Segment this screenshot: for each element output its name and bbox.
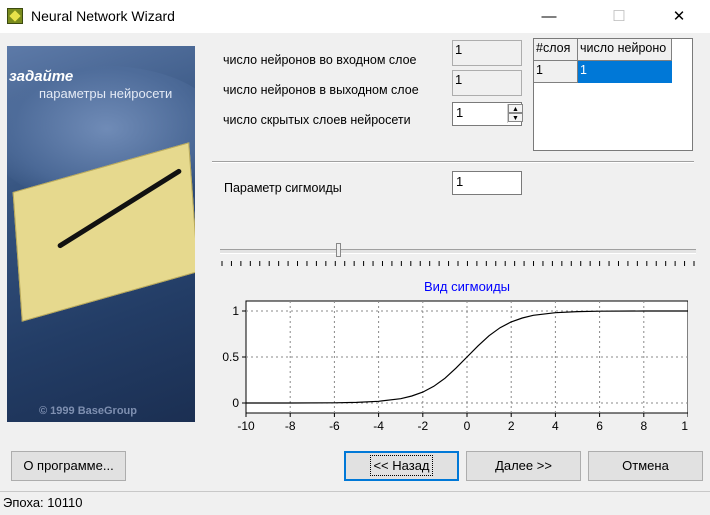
x-tick-label: -8: [285, 419, 296, 433]
banner-subheading: параметры нейросети: [39, 86, 173, 101]
x-tick-label: 0: [464, 419, 471, 433]
y-axis: 00.51: [222, 304, 246, 410]
banner-heading: задайте: [9, 68, 74, 85]
x-tick-label: 6: [596, 419, 603, 433]
about-button[interactable]: О программе...: [11, 451, 126, 481]
y-tick-label: 1: [232, 304, 239, 318]
grid-cell-neurons[interactable]: 1: [578, 61, 672, 83]
back-button[interactable]: << Назад: [344, 451, 459, 481]
sigmoid-slider-thumb[interactable]: [336, 243, 341, 257]
app-icon: [7, 8, 23, 24]
x-tick-label: 4: [552, 419, 559, 433]
back-button-label: << Назад: [370, 455, 433, 476]
window-title: Neural Network Wizard: [31, 8, 175, 24]
grid-header-layer: #слоя: [534, 39, 578, 61]
layers-grid[interactable]: #слоя число нейроно 1 1: [533, 38, 693, 151]
chart-title: Вид сигмоиды: [424, 279, 510, 294]
sigmoid-param-label: Параметр сигмоиды: [224, 181, 342, 195]
input-neurons-label: число нейронов во входном слое: [223, 53, 417, 67]
hidden-layers-label: число скрытых слоев нейросети: [223, 113, 411, 127]
cancel-button[interactable]: Отмена: [588, 451, 703, 481]
epoch-status: Эпоха: 10110: [3, 495, 83, 510]
output-neurons-label: число нейронов в выходном слое: [223, 83, 419, 97]
maximize-button[interactable]: ☐: [596, 0, 642, 33]
y-tick-label: 0: [232, 396, 239, 410]
close-button[interactable]: ✕: [656, 0, 702, 33]
x-axis: -10 -8 -6 -4 -2 0 2 4 6 8 10: [237, 413, 688, 433]
x-tick-label: -4: [373, 419, 384, 433]
sigmoid-param-input[interactable]: 1: [452, 171, 522, 195]
banner-copyright: © 1999 BaseGroup: [39, 405, 137, 417]
hidden-layers-value: 1: [456, 105, 464, 120]
x-tick-label: 10: [681, 419, 688, 433]
sigmoid-chart: Вид сигмоиды -10-8-6-4-20246810 00.51: [222, 279, 688, 433]
hidden-layers-spinbox[interactable]: 1 ▲ ▼: [452, 102, 523, 126]
minimize-button[interactable]: —: [526, 0, 572, 33]
wizard-client: задайте параметры нейросети © 1999 BaseG…: [0, 33, 710, 491]
x-tick-label: -10: [237, 419, 255, 433]
wizard-banner-image: задайте параметры нейросети © 1999 BaseG…: [7, 46, 195, 422]
spin-down-icon[interactable]: ▼: [508, 113, 523, 122]
x-tick-label: 2: [508, 419, 515, 433]
title-bar: Neural Network Wizard — ☐ ✕: [0, 0, 710, 33]
grid-cell-layer[interactable]: 1: [534, 61, 578, 83]
grid-header-neurons: число нейроно: [578, 39, 672, 61]
slider-ticks: [221, 261, 695, 266]
x-tick-label: -6: [329, 419, 340, 433]
x-tick-label: -2: [417, 419, 428, 433]
y-tick-label: 0.5: [222, 350, 239, 364]
sigmoid-slider-track[interactable]: [220, 249, 696, 254]
separator: [212, 161, 694, 163]
x-tick-label: 8: [640, 419, 647, 433]
output-neurons-field: 1: [452, 70, 522, 96]
spin-buttons: ▲ ▼: [507, 104, 523, 123]
status-bar: Эпоха: 10110: [0, 491, 710, 515]
next-button[interactable]: Далее >>: [466, 451, 581, 481]
input-neurons-field: 1: [452, 40, 522, 66]
spin-up-icon[interactable]: ▲: [508, 104, 523, 113]
